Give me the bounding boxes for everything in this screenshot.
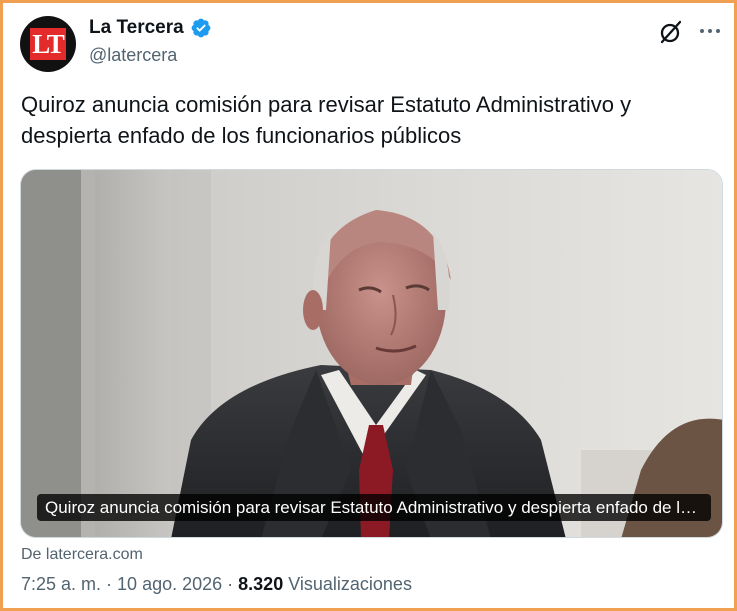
avatar-logo: LT [30,28,66,60]
tweet-meta: 7:25 a. m. · 10 ago. 2026 · 8.320 Visual… [21,574,412,595]
tweet-time[interactable]: 7:25 a. m. [21,574,101,595]
link-card[interactable]: Quiroz anuncia comisión para revisar Est… [20,169,723,538]
tweet-container: LT La Tercera @latercera Quiroz anuncia … [0,0,737,611]
meta-separator: · [101,574,118,594]
card-caption: Quiroz anuncia comisión para revisar Est… [37,494,711,521]
article-photo [21,170,722,537]
more-icon[interactable] [698,19,722,43]
author-display-name[interactable]: La Tercera [89,17,184,39]
card-source[interactable]: De latercera.com [21,546,143,564]
author-name-row: La Tercera [89,17,212,39]
views-label: Visualizaciones [283,574,412,594]
tweet-text: Quiroz anuncia comisión para revisar Est… [21,92,632,148]
meta-separator: · [222,574,239,594]
author-handle[interactable]: @latercera [89,45,177,66]
tweet-date[interactable]: 10 ago. 2026 [117,574,222,595]
grok-icon[interactable] [658,19,684,45]
verified-badge-icon [191,18,211,38]
views-count: 8.320 [238,574,284,594]
avatar[interactable]: LT [20,16,76,72]
